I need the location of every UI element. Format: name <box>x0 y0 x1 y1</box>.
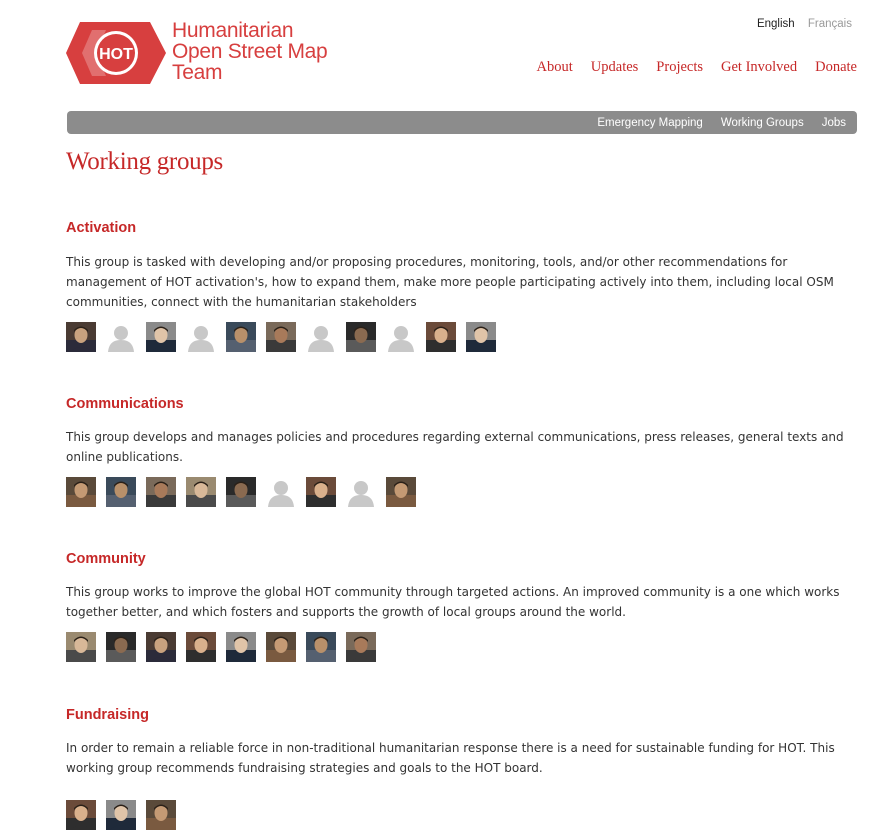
member-avatar[interactable] <box>146 322 176 352</box>
main-nav: About Updates Projects Get Involved Dona… <box>537 59 857 76</box>
member-avatar-placeholder[interactable] <box>266 477 296 507</box>
member-avatar[interactable] <box>106 477 136 507</box>
member-avatar[interactable] <box>146 800 176 830</box>
brand-line-1: Humanitarian <box>172 19 294 42</box>
member-avatars <box>66 322 861 352</box>
language-francais[interactable]: Français <box>808 18 852 30</box>
sub-nav: Emergency Mapping Working Groups Jobs <box>67 111 857 134</box>
language-english[interactable]: English <box>757 18 795 30</box>
nav-donate[interactable]: Donate <box>815 59 857 76</box>
page-title: Working groups <box>66 148 223 175</box>
member-avatar-placeholder[interactable] <box>106 322 136 352</box>
logo-text: HOT <box>99 46 133 63</box>
member-avatar[interactable] <box>386 477 416 507</box>
hot-logo[interactable]: HOT <box>66 22 166 84</box>
subnav-working-groups[interactable]: Working Groups <box>721 117 804 129</box>
member-avatars <box>66 477 861 507</box>
member-avatar[interactable] <box>426 322 456 352</box>
member-avatar-placeholder[interactable] <box>186 322 216 352</box>
group-description: This group works to improve the global H… <box>66 585 840 619</box>
language-switcher: English Français <box>747 18 852 30</box>
nav-updates[interactable]: Updates <box>591 59 639 76</box>
group-community: Community This group works to improve th… <box>66 550 861 662</box>
member-avatars <box>66 632 861 662</box>
subnav-emergency-mapping[interactable]: Emergency Mapping <box>597 117 702 129</box>
member-avatar[interactable] <box>106 800 136 830</box>
group-title[interactable]: Fundraising <box>66 706 861 724</box>
member-avatar[interactable] <box>226 632 256 662</box>
member-avatar[interactable] <box>66 800 96 830</box>
group-fundraising: Fundraising In order to remain a reliabl… <box>66 706 861 830</box>
group-activation: Activation This group is tasked with dev… <box>66 219 861 352</box>
member-avatar[interactable] <box>106 632 136 662</box>
brand-line-3: Team <box>172 61 223 84</box>
group-description: This group develops and manages policies… <box>66 430 844 464</box>
member-avatar[interactable] <box>146 632 176 662</box>
member-avatar[interactable] <box>306 477 336 507</box>
member-avatar[interactable] <box>66 632 96 662</box>
group-description: This group is tasked with developing and… <box>66 255 834 309</box>
brand-name[interactable]: Humanitarian Open Street Map Team <box>172 19 328 84</box>
nav-projects[interactable]: Projects <box>656 59 703 76</box>
member-avatar[interactable] <box>346 322 376 352</box>
member-avatar[interactable] <box>266 322 296 352</box>
member-avatar[interactable] <box>226 477 256 507</box>
subnav-jobs[interactable]: Jobs <box>822 117 846 129</box>
group-communications: Communications This group develops and m… <box>66 395 861 507</box>
member-avatar[interactable] <box>266 632 296 662</box>
member-avatar-placeholder[interactable] <box>346 477 376 507</box>
nav-get-involved[interactable]: Get Involved <box>721 59 797 76</box>
group-description: In order to remain a reliable force in n… <box>66 741 835 775</box>
member-avatar-placeholder[interactable] <box>306 322 336 352</box>
member-avatar[interactable] <box>306 632 336 662</box>
member-avatar[interactable] <box>146 477 176 507</box>
nav-about[interactable]: About <box>537 59 573 76</box>
member-avatars <box>66 800 861 830</box>
member-avatar[interactable] <box>466 322 496 352</box>
group-title[interactable]: Activation <box>66 219 861 237</box>
member-avatar[interactable] <box>226 322 256 352</box>
member-avatar[interactable] <box>66 477 96 507</box>
member-avatar[interactable] <box>186 477 216 507</box>
member-avatar-placeholder[interactable] <box>386 322 416 352</box>
group-title[interactable]: Communications <box>66 395 861 413</box>
group-title[interactable]: Community <box>66 550 861 568</box>
member-avatar[interactable] <box>186 632 216 662</box>
member-avatar[interactable] <box>346 632 376 662</box>
brand-line-2: Open Street Map <box>172 40 328 63</box>
member-avatar[interactable] <box>66 322 96 352</box>
